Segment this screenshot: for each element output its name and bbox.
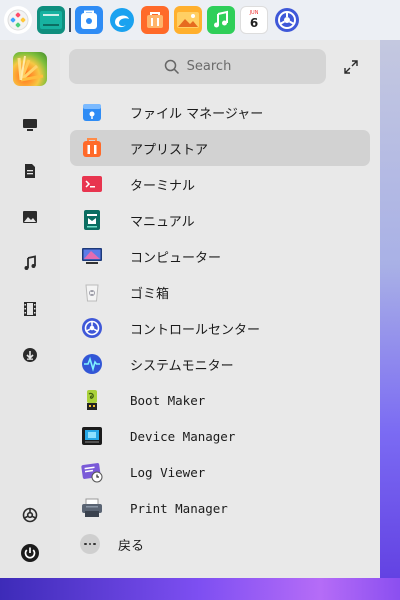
- sidebar-item-documents[interactable]: [15, 156, 45, 186]
- expand-icon: [344, 60, 358, 74]
- control-center-icon[interactable]: [273, 6, 301, 34]
- sidebar-item-pictures[interactable]: [15, 202, 45, 232]
- file-manager-icon: [80, 100, 104, 124]
- avatar[interactable]: [13, 52, 47, 86]
- launcher-panel: Search ファイル マネージャー アプリストア ターミナル マニュアル コン…: [60, 40, 380, 578]
- video-icon: [24, 302, 36, 316]
- app-label: Boot Maker: [130, 392, 206, 408]
- app-row-boot-maker[interactable]: Boot Maker: [70, 382, 370, 418]
- app-label: ファイル マネージャー: [130, 106, 264, 122]
- sidebar-item-videos[interactable]: [15, 294, 45, 324]
- printer-icon: [80, 496, 104, 520]
- app-label: Log Viewer: [130, 464, 206, 480]
- device-manager-icon: [80, 424, 104, 448]
- sidebar-categories: [15, 110, 45, 370]
- app-row-device-manager[interactable]: Device Manager: [70, 418, 370, 454]
- sidebar-item-music[interactable]: [15, 248, 45, 278]
- app-label: ゴミ箱: [130, 286, 170, 302]
- app-list: ファイル マネージャー アプリストア ターミナル マニュアル コンピューター ゴ…: [70, 94, 370, 526]
- computer-icon: [80, 244, 104, 268]
- music-icon[interactable]: [207, 6, 235, 34]
- system-monitor-icon: [80, 352, 104, 376]
- back-label: 戻る: [118, 538, 145, 554]
- power-icon: [21, 544, 39, 562]
- calendar-icon[interactable]: JUN 6: [240, 6, 268, 34]
- app-label: Print Manager: [130, 500, 228, 516]
- search-icon: [164, 59, 179, 74]
- app-label: Device Manager: [130, 428, 236, 444]
- app-row-computer[interactable]: コンピューター: [70, 238, 370, 274]
- app-row-print-manager[interactable]: Print Manager: [70, 490, 370, 526]
- top-dock: JUN 6: [0, 0, 400, 40]
- music-note-icon: [24, 255, 36, 270]
- launcher-sidebar: [0, 40, 60, 578]
- app-label: マニュアル: [130, 214, 195, 230]
- power-button[interactable]: [15, 538, 45, 568]
- app-store-icon[interactable]: [75, 6, 103, 34]
- sidebar-item-downloads[interactable]: [15, 340, 45, 370]
- boot-maker-icon: [80, 388, 104, 412]
- app-row-manual[interactable]: マニュアル: [70, 202, 370, 238]
- store-bag-icon[interactable]: [141, 6, 169, 34]
- picture-icon: [23, 211, 37, 223]
- control-center-icon: [80, 316, 104, 340]
- launcher-icon[interactable]: [4, 6, 32, 34]
- app-row-trash[interactable]: ゴミ箱: [70, 274, 370, 310]
- sidebar-bottom: [15, 500, 45, 568]
- app-label: ターミナル: [130, 178, 196, 194]
- app-label: システムモニター: [130, 358, 234, 374]
- wallpaper-edge: [380, 40, 400, 600]
- search-input[interactable]: Search: [69, 49, 326, 84]
- back-button[interactable]: 戻る: [80, 532, 144, 556]
- app-row-log-viewer[interactable]: Log Viewer: [70, 454, 370, 490]
- app-label: コントロールセンター: [130, 322, 261, 338]
- fullscreen-toggle-button[interactable]: [341, 57, 361, 77]
- document-icon: [25, 164, 35, 178]
- calendar-day: 6: [249, 16, 259, 30]
- more-dots-icon: [80, 534, 100, 554]
- app-row-system-monitor[interactable]: システムモニター: [70, 346, 370, 382]
- browser-icon[interactable]: [108, 6, 136, 34]
- computer-icon: [23, 119, 37, 131]
- app-store-icon: [80, 136, 104, 160]
- settings-icon: [22, 507, 38, 523]
- app-row-terminal[interactable]: ターミナル: [70, 166, 370, 202]
- app-row-app-store[interactable]: アプリストア: [70, 130, 370, 166]
- settings-button[interactable]: [15, 500, 45, 530]
- dock-separator: [69, 8, 71, 32]
- terminal-icon: [80, 172, 104, 196]
- image-viewer-icon[interactable]: [174, 6, 202, 34]
- app-row-control-center[interactable]: コントロールセンター: [70, 310, 370, 346]
- log-viewer-icon: [80, 460, 104, 484]
- manual-icon: [80, 208, 104, 232]
- trash-icon: [80, 280, 104, 304]
- file-manager-icon[interactable]: [37, 6, 65, 34]
- sidebar-item-computer[interactable]: [15, 110, 45, 140]
- download-icon: [23, 348, 37, 362]
- search-placeholder: Search: [186, 59, 232, 74]
- app-row-file-manager[interactable]: ファイル マネージャー: [70, 94, 370, 130]
- app-label: アプリストア: [130, 142, 209, 158]
- app-label: コンピューター: [130, 250, 222, 266]
- wallpaper-bottom: [0, 578, 400, 600]
